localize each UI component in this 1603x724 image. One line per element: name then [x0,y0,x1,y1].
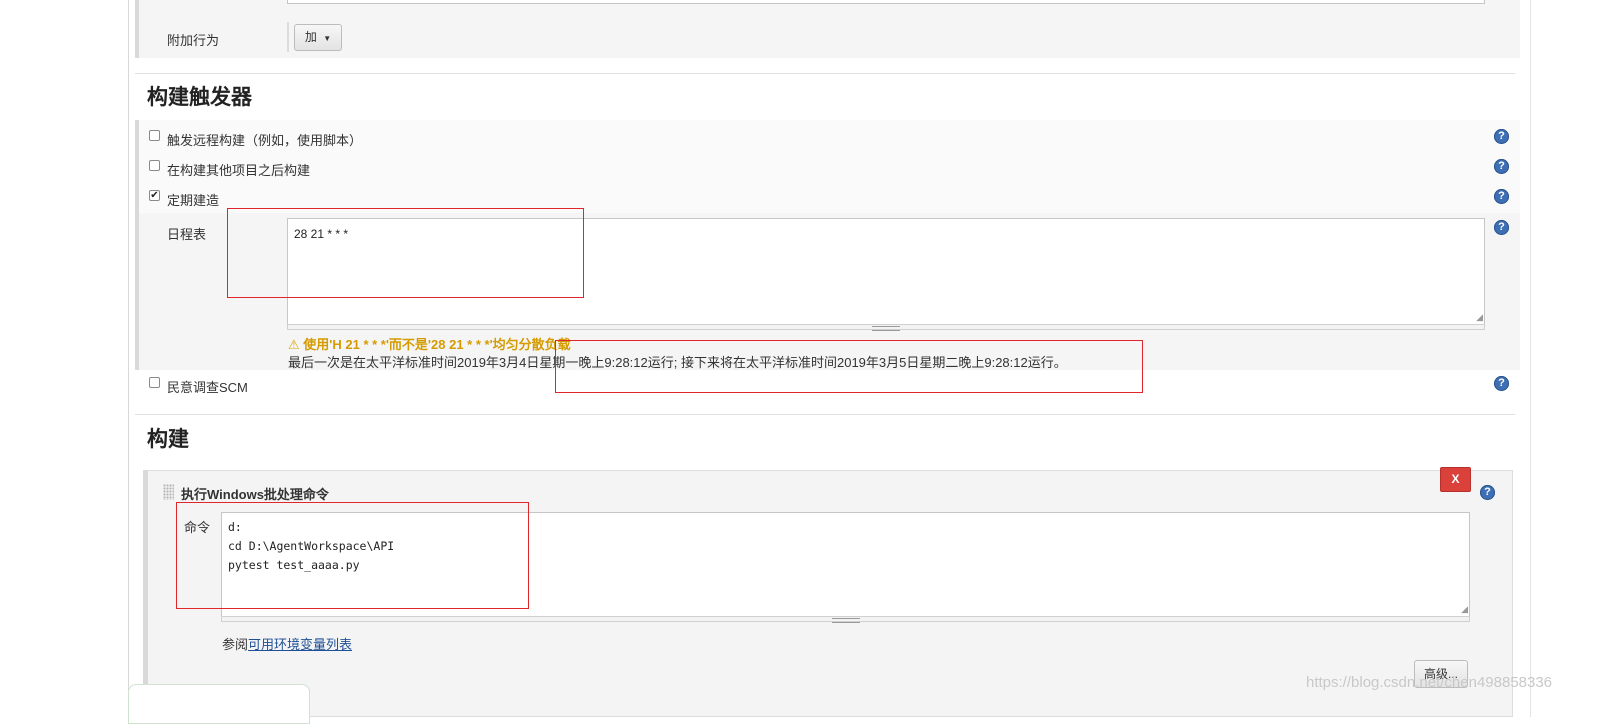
page-left-border [128,0,129,717]
add-button-label: 加 [304,30,317,44]
warning-icon: ⚠ [288,337,300,352]
highlight-box-schedule [227,208,584,298]
trigger-remote-label: 触发远程构建（例如，使用脚本） [167,133,363,148]
row-left-bar [135,0,139,58]
see-prefix: 参阅 [222,637,249,652]
grip-icon [872,326,900,331]
checkbox-icon[interactable]: ✔ [149,190,160,201]
help-icon[interactable]: ? [1494,189,1509,204]
help-icon[interactable]: ? [1480,485,1495,500]
grip-icon [831,618,860,623]
section-divider [135,414,1515,415]
delete-step-button[interactable]: X [1440,467,1471,492]
additional-behaviour-label: 附加行为 [167,33,220,48]
help-icon[interactable]: ? [1494,220,1509,235]
env-vars-line: 参阅可用环境变量列表 [222,634,352,653]
trigger-after-other-label: 在构建其他项目之后构建 [167,163,311,178]
schedule-warning: ⚠ 使用'H 21 * * *'而不是'28 21 * * *'均匀分散负载 [288,334,571,353]
checkbox-icon[interactable] [149,160,160,171]
help-icon[interactable]: ? [1494,159,1509,174]
checkbox-icon[interactable] [149,377,160,388]
schedule-resize-grip[interactable] [287,324,1485,331]
drag-handle-icon[interactable] [163,484,174,500]
env-vars-link[interactable]: 可用环境变量列表 [248,637,352,652]
schedule-label: 日程表 [167,227,207,242]
highlight-box-command [176,502,529,609]
trigger-periodic-label: 定期建造 [167,193,220,208]
trigger-poll-scm-label: 民意调查SCM [167,380,248,395]
floating-panel-tab[interactable] [128,684,310,724]
highlight-box-next-run [555,340,1143,393]
chevron-down-icon: ▼ [323,34,332,43]
additional-behaviour-row [135,0,1520,58]
schedule-warning-text: 使用'H 21 * * *'而不是'28 21 * * *'均匀分散负载 [303,337,571,352]
page-right-border [1530,0,1531,717]
help-icon[interactable]: ? [1494,129,1509,144]
build-step-title: 执行Windows批处理命令 [181,487,329,502]
checkbox-icon[interactable] [149,130,160,141]
resize-corner-icon: ◢ [1461,604,1468,614]
watermark-text: https://blog.csdn.net/chen498858336 [1306,674,1553,691]
build-step-left-bar [143,470,148,717]
previous-field-bottom [287,0,1485,4]
build-title: 构建 [147,428,189,451]
build-triggers-title: 构建触发器 [147,86,252,109]
command-resize-grip[interactable] [221,616,1470,623]
help-icon[interactable]: ? [1494,376,1509,391]
add-behaviour-button[interactable]: 加 ▼ [294,24,342,51]
button-group-divider [287,22,289,52]
section-divider [135,73,1515,74]
resize-corner-icon: ◢ [1476,312,1483,322]
